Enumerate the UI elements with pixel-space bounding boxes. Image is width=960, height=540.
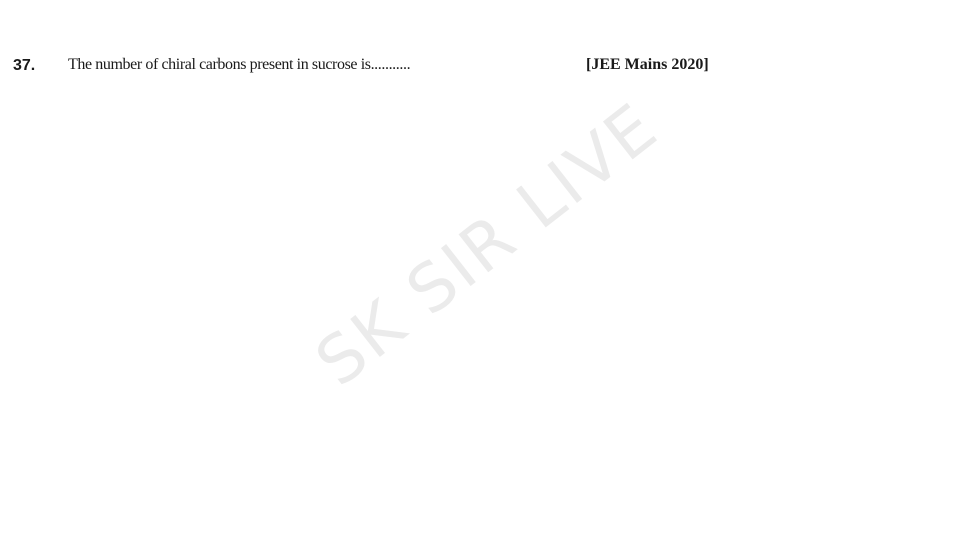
document-page: SK SIR LIVE 37. The number of chiral car… bbox=[0, 0, 960, 540]
question-source: [JEE Mains 2020] bbox=[586, 56, 709, 73]
watermark-text: SK SIR LIVE bbox=[301, 87, 673, 402]
question-text: The number of chiral carbons present in … bbox=[68, 56, 411, 73]
question-number: 37. bbox=[13, 57, 36, 74]
